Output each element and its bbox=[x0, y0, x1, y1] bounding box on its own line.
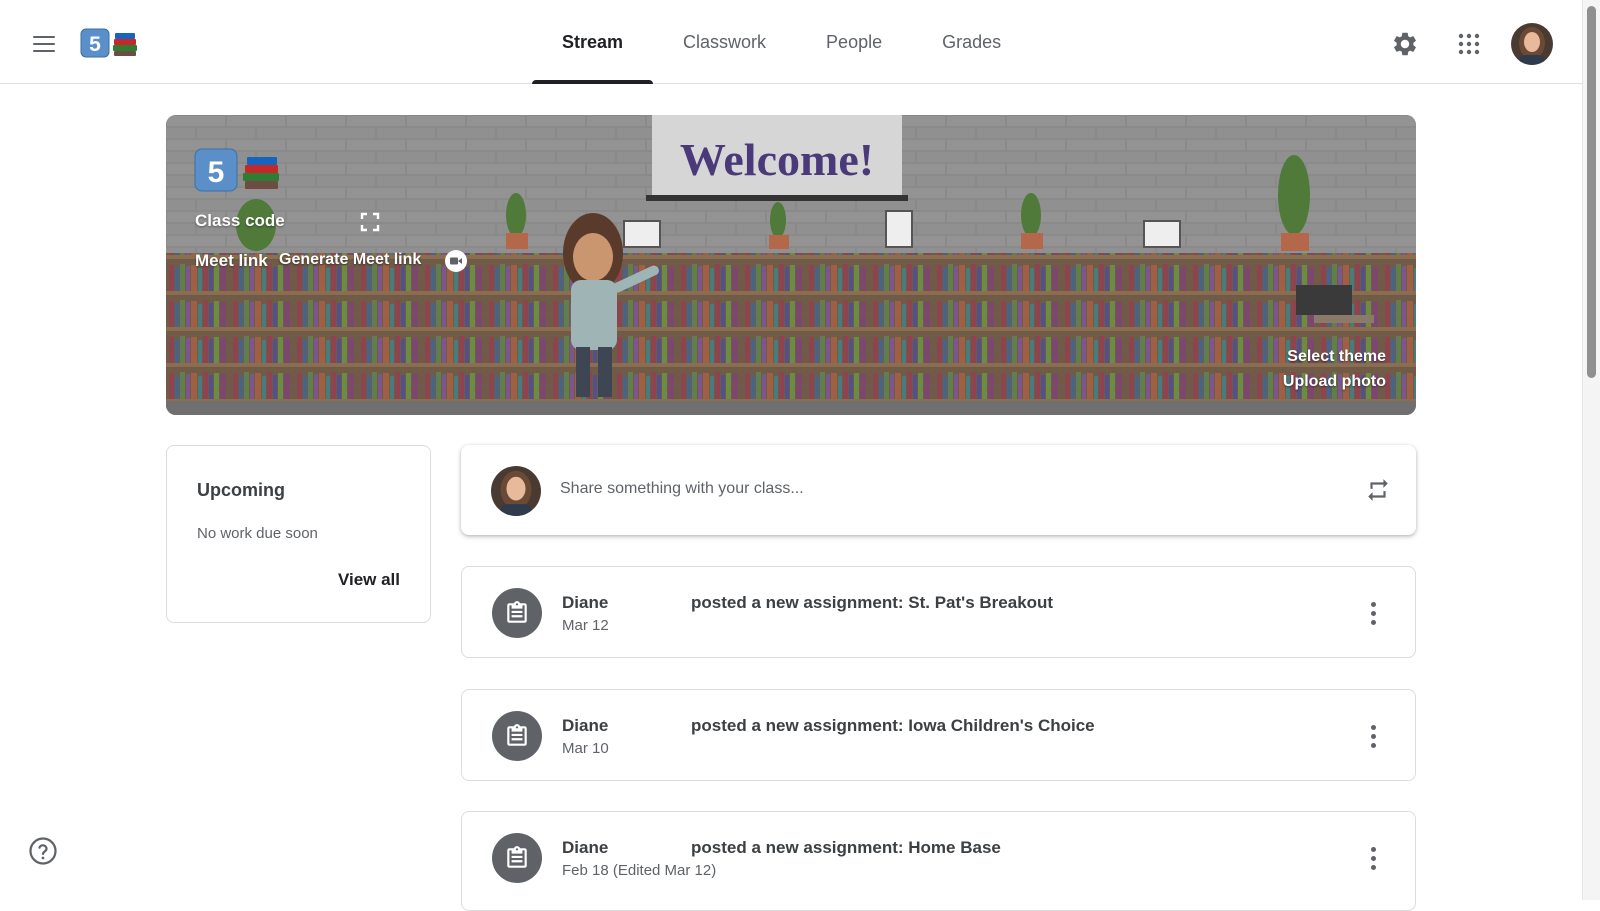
fullscreen-icon bbox=[360, 212, 380, 232]
banner-logo-number: 5 bbox=[208, 156, 225, 189]
upcoming-card: Upcoming No work due soon View all bbox=[166, 445, 431, 623]
post-author: Diane bbox=[562, 593, 609, 612]
main-menu-button[interactable] bbox=[26, 26, 62, 62]
class-logo-icon[interactable]: 5 bbox=[80, 27, 140, 59]
class-tabs: Stream Classwork People Grades bbox=[532, 0, 1031, 84]
scrollbar-thumb[interactable] bbox=[1587, 6, 1596, 378]
tab-classwork[interactable]: Classwork bbox=[653, 0, 796, 84]
share-placeholder: Share something with your class... bbox=[560, 480, 804, 497]
settings-icon bbox=[1394, 32, 1416, 56]
top-app-bar: 5 Stream Classwork People Grades bbox=[0, 0, 1582, 84]
stream-post[interactable]: Diane Feb 18 (Edited Mar 12) posted a ne… bbox=[461, 811, 1416, 911]
post-title: posted a new assignment: Home Base bbox=[691, 838, 1001, 857]
post-date: Mar 12 bbox=[562, 617, 609, 634]
post-author: Diane bbox=[562, 716, 609, 735]
post-more-button[interactable] bbox=[1353, 838, 1393, 878]
meet-link-label: Meet link bbox=[195, 251, 268, 270]
post-author: Diane bbox=[562, 838, 609, 857]
settings-button[interactable] bbox=[1385, 24, 1425, 64]
share-avatar bbox=[491, 466, 541, 516]
post-title: posted a new assignment: Iowa Children's… bbox=[691, 716, 1095, 735]
avatar-image bbox=[1511, 23, 1553, 65]
account-avatar[interactable] bbox=[1511, 23, 1553, 65]
share-announcement-box[interactable]: Share something with your class... bbox=[461, 445, 1416, 535]
avatar-image bbox=[491, 466, 541, 516]
class-banner: Welcome! 5 Class code Meet link Generate… bbox=[166, 115, 1416, 415]
reuse-post-button[interactable] bbox=[1358, 470, 1398, 510]
view-all-link[interactable]: View all bbox=[338, 570, 400, 590]
class-logo-number: 5 bbox=[89, 33, 101, 56]
upcoming-empty-text: No work due soon bbox=[197, 525, 318, 542]
meet-video-button[interactable] bbox=[444, 249, 468, 273]
post-date: Mar 10 bbox=[562, 740, 609, 757]
class-code-expand-button[interactable] bbox=[359, 211, 381, 233]
assignment-icon bbox=[492, 833, 542, 883]
post-date: Feb 18 (Edited Mar 12) bbox=[562, 862, 717, 879]
video-camera-icon bbox=[445, 250, 467, 272]
stream-post[interactable]: Diane Mar 12 posted a new assignment: St… bbox=[461, 566, 1416, 658]
repost-icon bbox=[1368, 479, 1388, 501]
class-code-label: Class code bbox=[195, 211, 285, 230]
welcome-sign-text: Welcome! bbox=[680, 134, 874, 185]
banner-class-logo-icon: 5 bbox=[194, 148, 279, 192]
assignment-icon bbox=[492, 711, 542, 761]
post-more-button[interactable] bbox=[1353, 716, 1393, 756]
post-more-button[interactable] bbox=[1353, 593, 1393, 633]
page-scrollbar[interactable] bbox=[1582, 0, 1600, 900]
assignment-icon bbox=[492, 588, 542, 638]
tab-grades[interactable]: Grades bbox=[912, 0, 1031, 84]
upload-photo-link[interactable]: Upload photo bbox=[1283, 373, 1386, 391]
menu-icon-line bbox=[33, 43, 55, 45]
apps-grid-icon bbox=[1458, 33, 1480, 55]
post-title: posted a new assignment: St. Pat's Break… bbox=[691, 593, 1054, 612]
menu-icon-line bbox=[33, 50, 55, 52]
help-icon bbox=[29, 837, 57, 865]
apps-button[interactable] bbox=[1449, 24, 1489, 64]
tab-people[interactable]: People bbox=[796, 0, 912, 84]
menu-icon-line bbox=[33, 36, 55, 38]
generate-meet-link-button[interactable]: Generate Meet link bbox=[279, 251, 421, 269]
stream-post[interactable]: Diane Mar 10 posted a new assignment: Io… bbox=[461, 689, 1416, 781]
tab-stream[interactable]: Stream bbox=[532, 0, 654, 84]
upcoming-title: Upcoming bbox=[197, 480, 285, 500]
select-theme-link[interactable]: Select theme bbox=[1287, 348, 1386, 366]
help-button[interactable] bbox=[28, 836, 58, 866]
